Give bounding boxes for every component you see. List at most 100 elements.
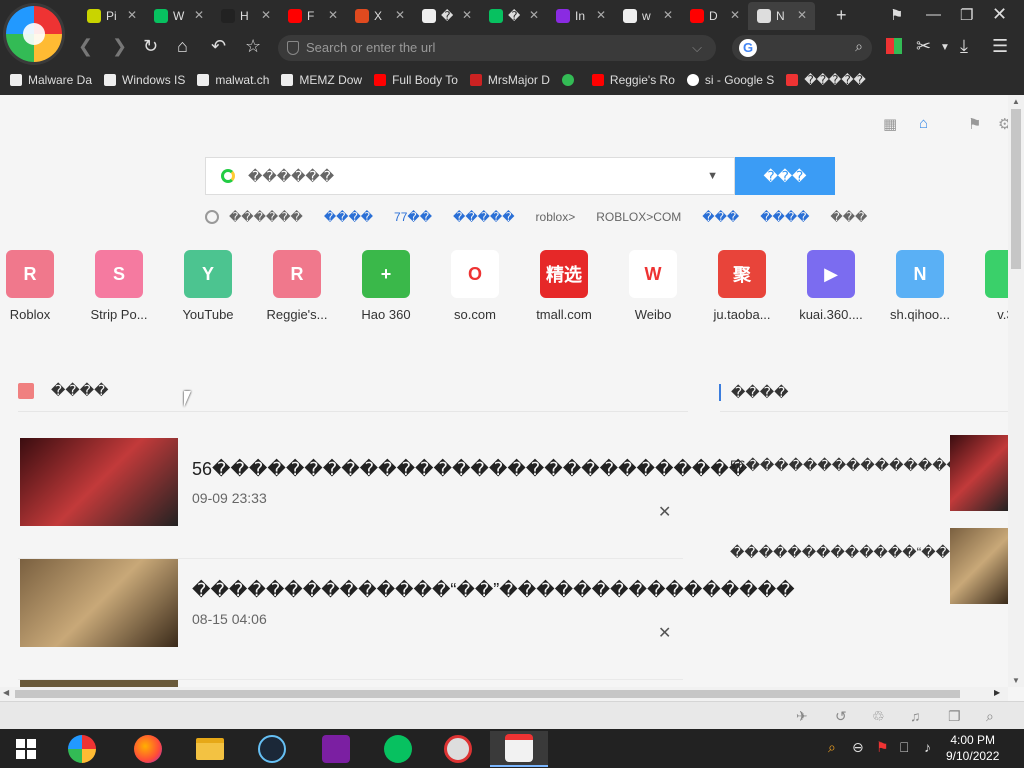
vertical-scrollbar[interactable]: ▲ ▼ [1008,95,1024,687]
taskbar-firefox[interactable] [124,731,172,767]
close-icon[interactable]: ✕ [797,8,807,22]
close-icon[interactable]: ✕ [658,502,671,522]
shortcut-tile[interactable]: v.36 [974,250,1008,322]
close-icon[interactable]: ✕ [658,623,671,643]
bookmark-item[interactable]: Full Body To [374,70,458,90]
search-icon[interactable]: ⌕ [855,38,863,55]
volume-icon[interactable]: ♫ [910,708,921,724]
bookmark-item[interactable]: Windows IS [104,70,185,90]
side-news-title[interactable]: 56��������������������������� [730,457,1008,474]
google-icon[interactable]: G [739,39,757,57]
search-button[interactable]: ��� [735,157,835,195]
chevron-down-icon[interactable]: ⌵ [692,35,702,61]
menu-icon[interactable]: ☰ [992,36,1008,57]
hot-link[interactable]: ���� [760,210,809,224]
tab-5[interactable]: � ✕ [413,2,480,30]
bookmark-item[interactable]: si - Google S [686,70,774,90]
shortcut-tile[interactable]: 精选 tmall.com [529,250,599,322]
side-news-thumbnail[interactable] [950,528,1008,604]
hot-link[interactable]: 77�� [394,210,432,224]
taskbar-active-app[interactable] [490,731,548,767]
history-icon[interactable]: ↺ [835,708,847,725]
news-item[interactable] [18,680,683,687]
shortcut-tile[interactable]: Y YouTube [173,250,243,322]
search-input[interactable]: ������ ▼ [205,157,735,195]
hot-link[interactable]: ����� [453,210,515,224]
tab-4[interactable]: X ✕ [346,2,413,30]
accelerate-icon[interactable]: ✈ [796,708,808,725]
taskbar-360-browser[interactable] [58,731,106,767]
scroll-down-icon[interactable]: ▼ [1012,676,1020,685]
scroll-up-icon[interactable]: ▲ [1012,97,1020,106]
side-news-title[interactable]: �������������“��”��������������� [730,544,1008,561]
search-icon[interactable]: ⌕ [828,739,836,756]
tab-6[interactable]: � ✕ [480,2,547,30]
network-icon[interactable]: ⎕ [900,739,908,756]
star-icon[interactable]: ☆ [245,36,261,57]
address-bar[interactable]: Search or enter the url ⌵ [278,35,716,61]
skin-icon[interactable]: ⚑ [890,6,903,24]
refresh-icon[interactable]: ↻ [143,36,158,57]
hot-link[interactable]: roblox> [536,210,576,224]
taskbar-explorer[interactable] [186,731,234,767]
scrollbar-thumb[interactable] [15,690,960,698]
flag-icon[interactable]: ⚑ [876,739,889,756]
taskbar-wechat[interactable] [374,731,422,767]
close-icon[interactable]: ✕ [328,8,338,22]
close-icon[interactable]: ✕ [194,8,204,22]
new-tab-button[interactable]: + [836,5,847,26]
horizontal-scrollbar[interactable]: ◀ ▶ [0,687,1008,701]
close-icon[interactable]: ✕ [462,8,472,22]
close-icon[interactable]: ✕ [261,8,271,22]
close-icon[interactable]: ✕ [596,8,606,22]
shortcut-tile[interactable]: ▶ kuai.360.... [796,250,866,322]
home-icon[interactable]: ⌂ [177,36,188,57]
download-icon[interactable]: ⤓ [960,36,968,57]
forward-icon[interactable]: ❯ [112,36,127,57]
chevron-down-icon[interactable]: ▼ [707,158,718,194]
tab-8[interactable]: w ✕ [614,2,681,30]
close-icon[interactable]: ✕ [730,8,740,22]
undo-icon[interactable]: ↶ [211,36,226,57]
zoom-icon[interactable]: ⌕ [986,708,994,725]
close-icon[interactable]: ✕ [395,8,405,22]
shortcut-tile[interactable]: S Strip Po... [84,250,154,322]
news-thumbnail[interactable] [20,559,178,647]
hot-link[interactable]: ��� [702,210,739,224]
tab-7[interactable]: In ✕ [547,2,614,30]
search-engine-box[interactable]: G ⌕ [732,35,872,61]
shortcut-tile[interactable]: 聚 ju.taoba... [707,250,777,322]
hot-link[interactable]: ���� [324,210,373,224]
apps-icon[interactable] [886,38,902,54]
close-icon[interactable]: ✕ [127,8,137,22]
hot-link[interactable]: ��� [830,210,867,224]
tab-2[interactable]: H ✕ [212,2,279,30]
restore-button[interactable]: ❐ [960,6,973,24]
window-icon[interactable]: ❐ [948,708,961,725]
skin-icon[interactable]: ⚑ [968,115,981,133]
shortcut-tile[interactable]: Oso.com [440,250,510,322]
bookmark-item[interactable]: MrsMajor D [469,70,550,90]
taskbar-messenger[interactable] [312,731,360,767]
bookmark-item[interactable]: MEMZ Dow [281,70,362,90]
grid-icon[interactable]: ▦ [883,115,897,133]
chevron-down-icon[interactable]: ▼ [940,42,950,53]
system-clock[interactable]: 4:00 PM 9/10/2022 [946,732,999,764]
hot-link[interactable]: ������ [229,210,303,224]
shortcut-tile[interactable]: W Weibo [618,250,688,322]
tab-10[interactable]: N ✕ [748,2,815,30]
news-item[interactable]: ��������������“��”���������������� 08-15 … [18,559,795,680]
taskbar-steam[interactable] [248,731,296,767]
trash-icon[interactable]: ♲ [872,708,885,725]
start-button[interactable] [2,731,50,767]
bookmark-item[interactable]: ����� [786,70,866,90]
news-thumbnail[interactable] [20,438,178,526]
minimize-button[interactable]: — [926,6,941,23]
back-icon[interactable]: ❮ [78,36,93,57]
shortcut-tile[interactable]: R Reggie's... [262,250,332,322]
news-thumbnail[interactable] [20,680,178,687]
bookmark-item[interactable]: Reggie's Ro [591,70,675,90]
shortcut-tile[interactable]: Nsh.qihoo... [885,250,955,322]
volume-icon[interactable]: ♪ [924,739,931,755]
news-title[interactable]: ��������������“��”���������������� [192,580,795,601]
